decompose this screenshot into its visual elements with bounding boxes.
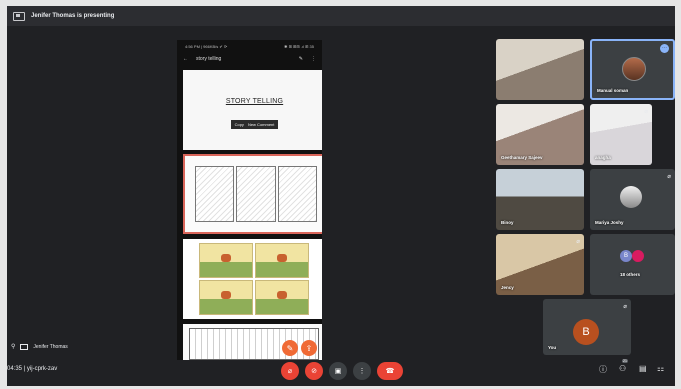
status-left: 4:56 PM | 966KB/s ✔ ⟳ [185,43,228,49]
mic-off-icon: ⌀ [287,368,293,375]
avatar: B [620,250,632,262]
copy-menu-item: Copy [234,122,244,127]
participant-tile[interactable]: ⌀ Jency [496,234,584,295]
picture-panel [199,280,253,315]
phone-status-bar: 4:56 PM | 966KB/s ✔ ⟳ ✱ ⊞ ⊞⊞ .ıl ⊞ 35 [177,40,322,52]
presenting-banner: Jenifer Thomas is presenting [7,6,675,26]
participant-name: Jency [501,285,514,290]
context-menu: Copy New Comment [230,120,279,129]
participant-name: Manual soman [597,88,629,93]
more-options-button[interactable]: ⋮ [353,362,371,380]
self-tile[interactable]: ⌀ B You [543,299,631,355]
document-page-2 [183,154,322,234]
back-arrow-icon: ← [183,56,188,62]
edit-fab-icon: ✎ [282,340,298,356]
presenter-name: Jenifer Thomas [33,343,68,350]
participant-tile[interactable]: ⋯ Manual soman [590,39,675,100]
participant-name: Mariya Joshy [595,220,624,225]
meeting-info: 04:35 | yij-cprk-zav [7,366,58,372]
avatar [632,250,644,262]
more-vert-icon: ⋮ [311,56,316,62]
people-icon[interactable]: 21 ⚇ [619,359,628,373]
camera-off-icon: ⊘ [311,368,317,375]
mic-off-icon: ⌀ [667,174,671,180]
avatar [622,57,646,81]
status-right: ✱ ⊞ ⊞⊞ .ıl ⊞ 35 [284,43,314,49]
participant-name: You [548,345,557,350]
participant-name: Binoy [501,220,514,225]
phone-app-header: ← story telling ✎ ⋮ [177,52,322,66]
pin-icon[interactable]: ⚲ [11,343,15,350]
leave-call-button[interactable]: ☎ [377,362,403,380]
chat-icon[interactable]: ▤ [639,364,647,373]
mic-toggle-button[interactable]: ⌀ [281,362,299,380]
presenter-label: ⚲ Jenifer Thomas [11,343,68,350]
picture-grid [199,243,309,315]
share-fab-icon: ⇪ [301,340,317,356]
participant-tile[interactable] [496,39,584,100]
others-count: 18 others [620,272,641,277]
more-options-icon[interactable]: ⋯ [660,44,669,53]
avatar: B [573,319,599,345]
screen-title: story telling [196,56,222,62]
comic-panel [277,166,317,222]
new-comment-menu-item: New Comment [247,122,275,127]
presenting-text: Jenifer Thomas is presenting [31,13,115,19]
info-icon[interactable]: ⓘ [599,364,607,375]
document-page-4 [183,324,322,360]
picture-panel [199,243,253,278]
participant-tile[interactable]: Binoy [496,169,584,230]
shared-screen: 4:56 PM | 966KB/s ✔ ⟳ ✱ ⊞ ⊞⊞ .ıl ⊞ 35 ← … [177,40,322,360]
meeting-time: 04:35 [7,366,23,372]
participant-tile[interactable]: ⌀ anagha [590,104,652,165]
document-page-1: STORY TELLING Copy New Comment [183,70,322,150]
meeting-code: yij-cprk-zav [26,366,58,372]
picture-panel [255,280,309,315]
comic-panel [195,166,235,222]
present-button[interactable]: ▣ [329,362,347,380]
people-count-badge: 21 [622,359,628,363]
comic-strip [195,166,317,222]
bottom-toolbar: 04:35 | yij-cprk-zav ⌀ ⊘ ▣ ⋮ ☎ ⓘ 21 ⚇ ▤ ⚏ [7,356,675,386]
mic-off-icon: ⌀ [576,239,580,245]
others-tile[interactable]: B 18 others [590,234,675,295]
page-title: STORY TELLING [225,98,284,105]
participant-tile[interactable]: Geethamary Sajeev [496,104,584,165]
camera-toggle-button[interactable]: ⊘ [305,362,323,380]
present-screen-icon: ▣ [334,368,342,375]
activities-icon[interactable]: ⚏ [657,364,664,373]
mic-off-icon: ⌀ [623,304,627,310]
meet-window: Jenifer Thomas is presenting 4:56 PM | 9… [7,6,675,386]
present-screen-icon [13,11,25,21]
hangup-icon: ☎ [385,368,395,375]
mic-off-icon: ⌀ [644,109,648,115]
participant-name: Geethamary Sajeev [501,155,543,160]
more-vert-icon: ⋮ [358,368,366,375]
edit-icon: ✎ [298,56,303,62]
comic-panel [236,166,276,222]
participant-tile[interactable]: ⌀ Mariya Joshy [590,169,675,230]
document-page-3 [183,239,322,319]
avatar [620,186,642,208]
participant-name: anagha [595,155,611,160]
picture-panel [255,243,309,278]
present-screen-icon [20,343,29,350]
